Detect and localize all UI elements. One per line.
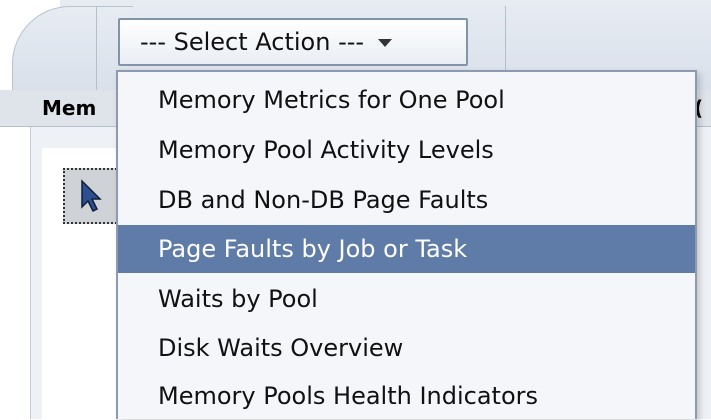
pointer-cursor-icon	[81, 179, 102, 213]
select-action-menu: Memory Metrics for One Pool Memory Pool …	[116, 70, 697, 419]
column-header-name[interactable]: Mem	[42, 90, 118, 126]
menu-item-memory-metrics-one-pool[interactable]: Memory Metrics for One Pool	[118, 76, 695, 124]
toolbar-separator	[96, 6, 97, 90]
select-tool-button[interactable]	[63, 168, 121, 224]
menu-item-memory-pool-activity-levels[interactable]: Memory Pool Activity Levels	[118, 126, 695, 174]
menu-item-disk-waits-overview[interactable]: Disk Waits Overview	[118, 324, 695, 372]
right-panel-edge	[697, 127, 711, 419]
menu-item-waits-by-pool[interactable]: Waits by Pool	[118, 275, 695, 323]
menu-item-memory-pools-health[interactable]: Memory Pools Health Indicators	[118, 372, 695, 420]
select-action-dropdown[interactable]: --- Select Action ---	[118, 18, 468, 66]
select-action-label: --- Select Action ---	[140, 28, 365, 56]
menu-item-page-faults-by-job[interactable]: Page Faults by Job or Task	[118, 225, 695, 273]
menu-item-db-non-db-page-faults[interactable]: DB and Non-DB Page Faults	[118, 176, 695, 224]
chevron-down-icon	[377, 39, 392, 47]
